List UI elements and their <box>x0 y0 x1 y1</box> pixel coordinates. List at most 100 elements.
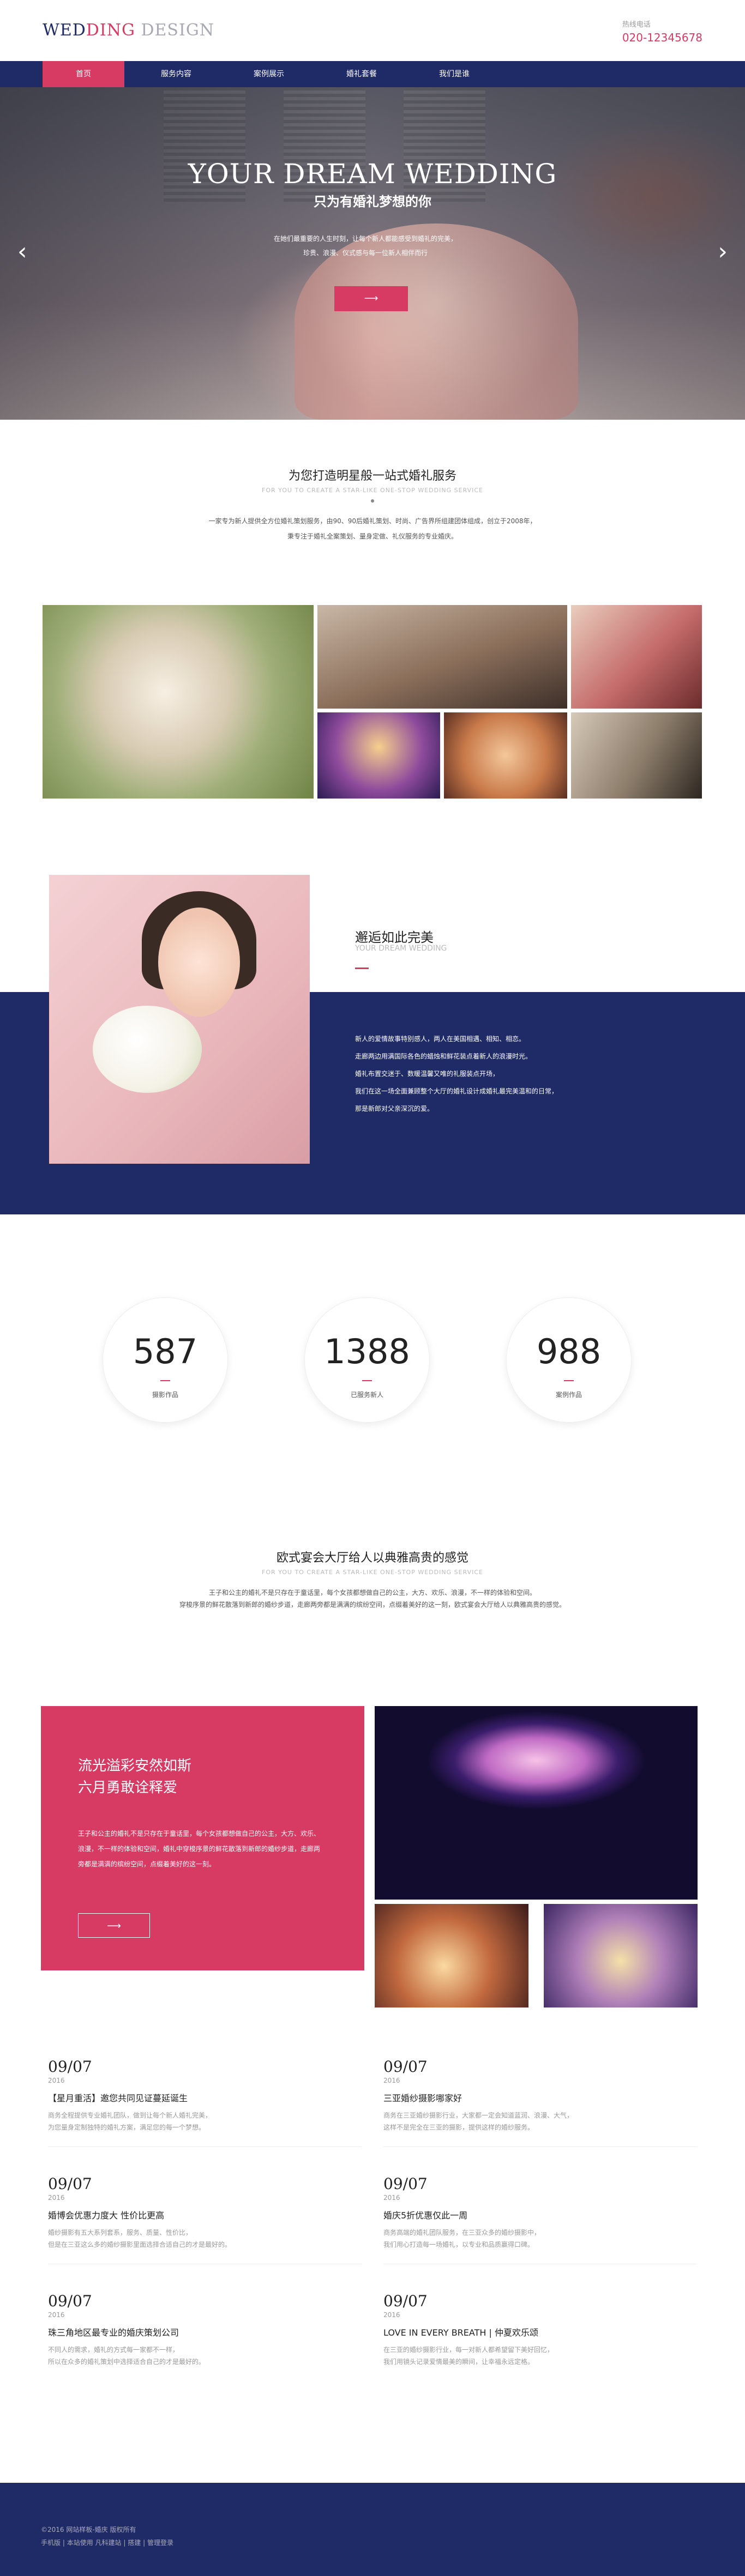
news-summary-line: 商务在三亚婚纱摄影行业，大家都一定会知道蓝润、浪漫、大气， <box>383 2112 574 2119</box>
section-subtitle: FOR YOU TO CREATE A STAR-LIKE ONE-STOP W… <box>262 487 483 494</box>
main-nav: 首页 服务内容 案例展示 婚礼套餐 我们是谁 <box>0 61 745 87</box>
feature-section: 邂逅如此完美 YOUR DREAM WEDDING 新人的爱情故事特别感人，两人… <box>0 875 745 1218</box>
news-item[interactable]: 09/07 2016 LOVE IN EVERY BREATH | 仲夏欢乐颂 … <box>383 2292 697 2368</box>
news-year: 2016 <box>383 2194 400 2202</box>
nav-item-packages[interactable]: 婚礼套餐 <box>321 61 402 87</box>
intro-line: 秉专注于婚礼全案策划、量身定做、礼仪服务的专业婚庆。 <box>287 533 458 540</box>
news-date: 09/07 <box>48 2292 92 2310</box>
stat-label: 案例作品 <box>555 1391 582 1399</box>
venue-text: 王子和公主的婚礼不是只存在于童话里，每个女孩都想做自己的公主，大方、欢乐、浪漫，… <box>0 1587 745 1611</box>
news-title[interactable]: 珠三角地区最专业的婚庆策划公司 <box>48 2325 362 2338</box>
promo-title-line: 流光溢彩安然如斯 <box>78 1758 192 1774</box>
feature-divider <box>355 967 369 969</box>
news-summary-line: 商务高端的婚礼团队服务，在三亚众多的婚纱摄影中， <box>383 2229 541 2236</box>
services-intro: 为您打造明星般一站式婚礼服务 FOR YOU TO CREATE A STAR-… <box>0 420 745 605</box>
news-item[interactable]: 09/07 2016 珠三角地区最专业的婚庆策划公司 不同人的需求，婚礼的方式每… <box>48 2292 362 2368</box>
hotline-number[interactable]: 020-12345678 <box>622 31 702 44</box>
intro-line: 一家专为新人提供全方位婚礼策划服务，由90、90后婚礼策划、时尚、广告界所组建团… <box>208 517 537 525</box>
hero-banner: YOUR DREAM WEDDING 只为有婚礼梦想的你 在她们最重要的人生时刻… <box>0 87 745 420</box>
banner-next-arrow-icon[interactable]: › <box>718 240 728 264</box>
banner-prev-arrow-icon[interactable]: ‹ <box>17 240 27 264</box>
feature-bride-photo <box>49 875 310 1164</box>
promo-more-button[interactable]: ⟶ <box>78 1913 150 1938</box>
stat-photos: 587 摄影作品 <box>103 1297 228 1423</box>
news-date: 09/07 <box>383 2175 428 2193</box>
promo-title: 流光溢彩安然如斯 六月勇敢诠释爱 <box>78 1755 191 1799</box>
footer-link-admin-login[interactable]: 管理登录 <box>147 2539 173 2547</box>
nav-item-services[interactable]: 服务内容 <box>135 61 217 87</box>
news-summary-line: 我们用镜头记录爱情最美的瞬间，让幸福永远定格。 <box>383 2358 534 2366</box>
news-item[interactable]: 09/07 2016 三亚婚纱摄影哪家好 商务在三亚婚纱摄影行业，大家都一定会知… <box>383 2058 697 2147</box>
news-item[interactable]: 09/07 2016 婚博会优惠力度大 性价比更高 婚纱摄影有五大系列套系，服务… <box>48 2175 362 2264</box>
nav-item-home[interactable]: 首页 <box>43 61 124 87</box>
news-section: 09/07 2016 【星月重活】邀您共同见证蔓延诞生 商务全程提供专业婚礼团队… <box>0 2058 745 2483</box>
venue-photo-candles[interactable] <box>375 1904 528 2007</box>
news-title[interactable]: 婚博会优惠力度大 性价比更高 <box>48 2208 362 2221</box>
feature-desc-line: 我们在这一场全面兼顾整个大厅的婚礼设计成婚礼最完美温和的日常， <box>355 1087 558 1095</box>
stat-label: 摄影作品 <box>152 1391 178 1399</box>
stats-section: 587 摄影作品 1388 已服务新人 988 案例作品 <box>0 1218 745 1502</box>
logo-part-1: WED <box>43 21 86 40</box>
logo-part-2: DING <box>86 21 135 40</box>
news-title[interactable]: 【星月重活】邀您共同见证蔓延诞生 <box>48 2091 362 2104</box>
header: WEDDING DESIGN 热线电话 020-12345678 <box>0 0 745 61</box>
stat-value: 587 <box>133 1332 198 1371</box>
feature-description: 新人的爱情故事特别感人，两人在美国相遇、相知、相恋。 走廊两边用满国际各色的蜡烛… <box>355 1030 617 1117</box>
gallery-photo-floral-table[interactable] <box>444 712 567 799</box>
footer-link-mobile[interactable]: 手机版 <box>41 2539 61 2547</box>
gallery-photo-venue-purple[interactable] <box>317 712 440 799</box>
news-summary-line: 为您量身定制独特的婚礼方案，满足您的每一个梦想。 <box>48 2124 206 2131</box>
stat-label: 已服务新人 <box>350 1391 383 1399</box>
banner-more-button[interactable]: ⟶ <box>334 286 408 311</box>
stat-divider <box>362 1380 372 1381</box>
promo-card: 流光溢彩安然如斯 六月勇敢诠释爱 王子和公主的婚礼不是只存在于童话里，每个女孩都… <box>41 1706 364 1970</box>
hotline-label: 热线电话 <box>622 21 651 29</box>
news-item[interactable]: 09/07 2016 婚庆5折优惠仅此一周 商务高端的婚礼团队服务，在三亚众多的… <box>383 2175 697 2264</box>
news-summary-line: 但是在三亚这么多的婚纱摄影里面选择合适自己的才是最好的。 <box>48 2241 232 2248</box>
gallery-photo-couple-city[interactable] <box>317 605 567 709</box>
feature-desc-line: 走廊两边用满国际各色的蜡烛和鲜花装点着新人的浪漫时光。 <box>355 1053 532 1060</box>
news-item[interactable]: 09/07 2016 【星月重活】邀您共同见证蔓延诞生 商务全程提供专业婚礼团队… <box>48 2058 362 2147</box>
news-year: 2016 <box>48 2077 65 2084</box>
news-date: 09/07 <box>48 2058 92 2076</box>
feature-title: 邂逅如此完美 <box>355 930 434 945</box>
news-title[interactable]: 婚庆5折优惠仅此一周 <box>383 2208 697 2221</box>
footer-link-build[interactable]: 搭建 <box>128 2539 141 2547</box>
banner-desc-line: 珍贵、浪漫、仪式感与每一位新人相伴而行 <box>303 249 428 257</box>
news-summary: 婚纱摄影有五大系列套系，服务、质量、性价比， 但是在三亚这么多的婚纱摄影里面选择… <box>48 2227 362 2251</box>
venue-photo-stage[interactable] <box>544 1904 698 2007</box>
intro-text: 一家专为新人提供全方位婚礼策划服务，由90、90后婚礼策划、时尚、广告界所组建团… <box>0 513 745 544</box>
stat-cases: 988 案例作品 <box>506 1297 632 1423</box>
news-summary-line: 我们用心打造每一场婚礼，以专业和品质赢得口碑。 <box>383 2241 534 2248</box>
nav-item-cases[interactable]: 案例展示 <box>228 61 310 87</box>
venue-photo-ballroom[interactable] <box>375 1706 698 1900</box>
venue-grid: 流光溢彩安然如斯 六月勇敢诠释爱 王子和公主的婚礼不是只存在于童话里，每个女孩都… <box>0 1706 745 2007</box>
hotline: 热线电话 020-12345678 <box>622 19 702 44</box>
gallery-photo-couple-street[interactable] <box>571 712 702 799</box>
venue-line: 穿梭序景的鲜花散落到新郎的婚纱步道，走廊两旁都是满满的缤纷空间，点缀着美好的这一… <box>179 1601 566 1609</box>
stat-value: 1388 <box>324 1332 410 1371</box>
footer-link-site-usage[interactable]: 本站使用 <box>67 2539 93 2547</box>
venue-intro: 欧式宴会大厅给人以典雅高贵的感觉 FOR YOU TO CREATE A STA… <box>0 1502 745 1706</box>
news-title[interactable]: 三亚婚纱摄影哪家好 <box>383 2091 697 2104</box>
site-logo[interactable]: WEDDING DESIGN <box>43 21 214 40</box>
news-summary: 商务在三亚婚纱摄影行业，大家都一定会知道蓝润、浪漫、大气， 这样不是完全在三亚的… <box>383 2109 697 2133</box>
stat-divider <box>160 1380 170 1381</box>
footer: ©2016 网站样板-婚庆 版权所有 手机版 | 本站使用 凡科建站 | 搭建 … <box>0 2483 745 2576</box>
section-divider-dot <box>371 499 374 503</box>
banner-desc-line: 在她们最重要的人生时刻，让每个新人都能感受到婚礼的完美， <box>273 235 457 243</box>
nav-item-about[interactable]: 我们是谁 <box>413 61 495 87</box>
news-year: 2016 <box>383 2077 400 2084</box>
news-year: 2016 <box>383 2311 400 2319</box>
venue-line: 王子和公主的婚礼不是只存在于童话里，每个女孩都想做自己的公主，大方、欢乐、浪漫，… <box>208 1589 536 1597</box>
stat-divider <box>564 1380 574 1381</box>
gallery-photo-kiss[interactable] <box>43 605 314 799</box>
news-title[interactable]: LOVE IN EVERY BREATH | 仲夏欢乐颂 <box>383 2325 697 2338</box>
footer-link-builder[interactable]: 凡科建站 <box>95 2539 122 2547</box>
news-summary-line: 商务全程提供专业婚礼团队，做到让每个新人婚礼完美， <box>48 2112 212 2119</box>
news-date: 09/07 <box>383 2058 428 2076</box>
gallery-photo-red-dress[interactable] <box>571 605 702 709</box>
photo-gallery <box>0 605 745 799</box>
news-summary: 在三亚的婚纱摄影行业，每一对新人都希望留下美好回忆， 我们用镜头记录爱情最美的瞬… <box>383 2344 697 2368</box>
footer-content: ©2016 网站样板-婚庆 版权所有 手机版 | 本站使用 凡科建站 | 搭建 … <box>41 2523 173 2549</box>
